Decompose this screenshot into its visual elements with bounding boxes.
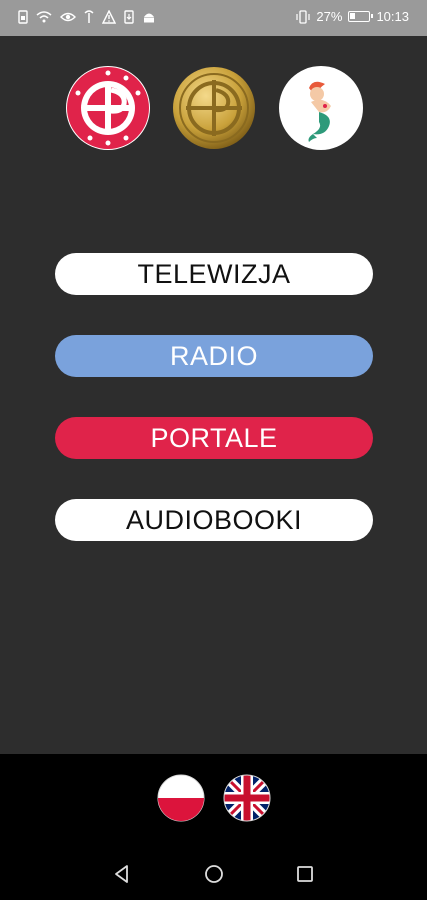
cyfrowe-emblem-icon (67, 67, 149, 149)
language-bar (0, 754, 427, 844)
battery-icon (348, 11, 374, 22)
mermaid-icon (280, 67, 362, 149)
main-screen: TELEWIZJA RADIO PORTALE AUDIOBOOKI (0, 36, 427, 754)
system-nav-bar (0, 844, 427, 900)
gold-medal-logo[interactable] (172, 66, 256, 150)
poland-flag-icon[interactable] (157, 774, 205, 822)
status-bar: 27% 10:13 (0, 0, 427, 36)
download-icon (124, 10, 134, 24)
radio-button[interactable]: RADIO (55, 335, 373, 377)
clock: 10:13 (376, 9, 409, 24)
sim-icon (18, 10, 28, 24)
wifi-icon (36, 11, 52, 23)
home-icon[interactable] (202, 862, 226, 886)
status-left-icons (18, 10, 156, 24)
eye-icon (60, 12, 76, 22)
vibrate-icon (296, 9, 311, 24)
status-right: 27% 10:13 (296, 9, 409, 24)
uk-flag-icon[interactable] (223, 774, 271, 822)
warning-icon (102, 10, 116, 24)
back-icon[interactable] (110, 862, 134, 886)
android-icon (144, 13, 154, 23)
portale-button[interactable]: PORTALE (55, 417, 373, 459)
antenna-icon (84, 10, 94, 23)
audiobooki-button[interactable]: AUDIOBOOKI (55, 499, 373, 541)
gold-medal-icon (173, 67, 255, 149)
battery-percent: 27% (316, 9, 343, 24)
logo-row (0, 66, 427, 150)
cyfrowe-logo[interactable] (66, 66, 150, 150)
recent-apps-icon[interactable] (293, 862, 317, 886)
telewizja-button[interactable]: TELEWIZJA (55, 253, 373, 295)
mermaid-logo[interactable] (279, 66, 363, 150)
